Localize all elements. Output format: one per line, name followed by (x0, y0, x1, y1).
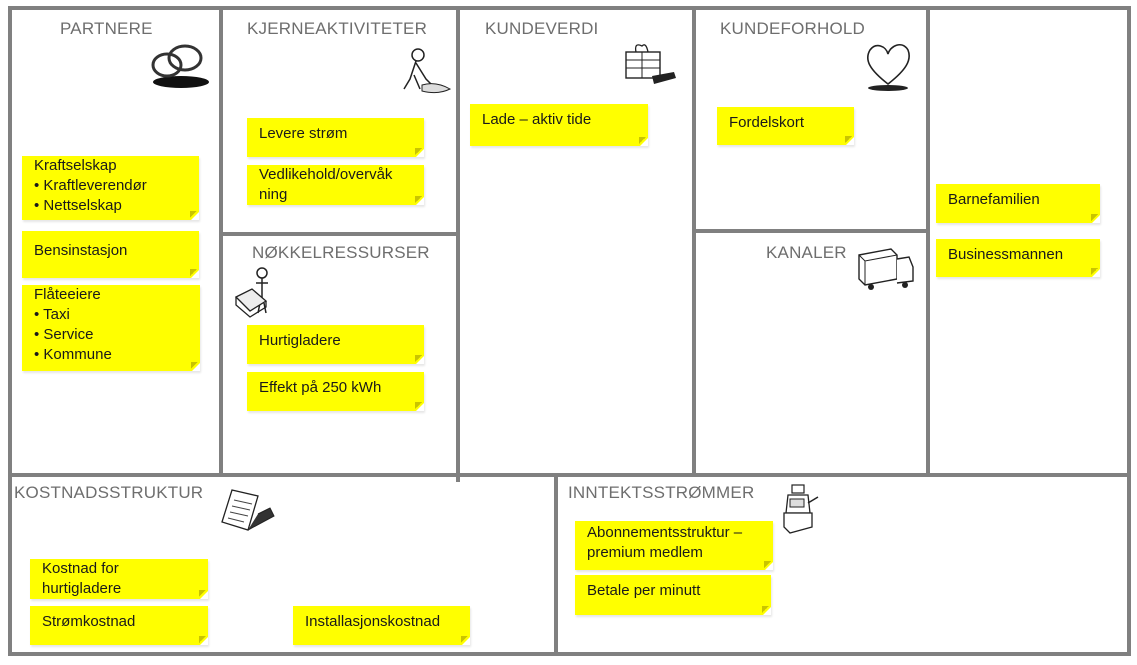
documents-icon (221, 489, 275, 531)
rings-icon (151, 44, 209, 88)
note-key-activities-1[interactable]: Vedlikehold/overvåk ning (247, 165, 424, 205)
divider-activities (456, 6, 460, 482)
note-partners-0[interactable]: Kraftselskap • Kraftleverendør • Nettsel… (22, 156, 199, 220)
section-title-partners: PARTNERE (60, 19, 153, 38)
note-cost-structure-0[interactable]: Kostnad for hurtigladere (30, 559, 208, 599)
divider-partners (219, 6, 223, 476)
note-revenue-streams-1[interactable]: Betale per minutt (575, 575, 771, 615)
note-partners-1[interactable]: Bensinstasjon (22, 231, 199, 278)
divider-top-bottom (9, 473, 1131, 477)
divider-value (692, 6, 696, 476)
cash-register-icon (783, 484, 819, 534)
note-key-resources-1[interactable]: Effekt på 250 kWh (247, 372, 424, 411)
section-title-value-proposition: KUNDEVERDI (485, 19, 599, 38)
note-customer-relationships-0[interactable]: Fordelskort (717, 107, 854, 145)
section-title-cost-structure: KOSTNADSSTRUKTUR (14, 483, 204, 502)
worker-icon (403, 48, 452, 94)
section-title-key-activities: KJERNEAKTIVITETER (247, 19, 428, 38)
heart-icon (866, 43, 910, 91)
note-cost-structure-2[interactable]: Installasjonskostnad (293, 606, 470, 645)
note-revenue-streams-0[interactable]: Abonnementsstruktur – premium medlem (575, 521, 773, 570)
note-value-proposition-0[interactable]: Lade – aktiv tide (470, 104, 648, 146)
note-cost-structure-1[interactable]: Strømkostnad (30, 606, 208, 645)
note-key-activities-0[interactable]: Levere strøm (247, 118, 424, 157)
note-customer-segments-0[interactable]: Barnefamilien (936, 184, 1100, 223)
note-partners-2[interactable]: Flåteeiere • Taxi • Service • Kommune (22, 285, 200, 371)
section-title-revenue-streams: INNTEKTSSTRØMMER (568, 483, 755, 502)
canvas-border-right (1127, 6, 1131, 656)
section-title-channels: KANALER (766, 243, 847, 262)
divider-relationships (926, 6, 930, 476)
divider-relationships-channels (694, 229, 928, 233)
section-title-customer-relationships: KUNDEFORHOLD (720, 19, 866, 38)
section-title-key-resources: NØKKELRESSURSER (252, 243, 430, 262)
canvas-border-top (9, 6, 1131, 10)
gift-icon (625, 44, 676, 84)
person-with-machine-icon (234, 267, 268, 318)
truck-icon (858, 248, 914, 290)
divider-activities-resources (221, 232, 458, 236)
divider-cost-revenue (554, 475, 558, 655)
note-customer-segments-1[interactable]: Businessmannen (936, 239, 1100, 277)
canvas-border-bottom (9, 652, 1131, 656)
note-key-resources-0[interactable]: Hurtigladere (247, 325, 424, 364)
canvas-border-left (8, 6, 12, 656)
